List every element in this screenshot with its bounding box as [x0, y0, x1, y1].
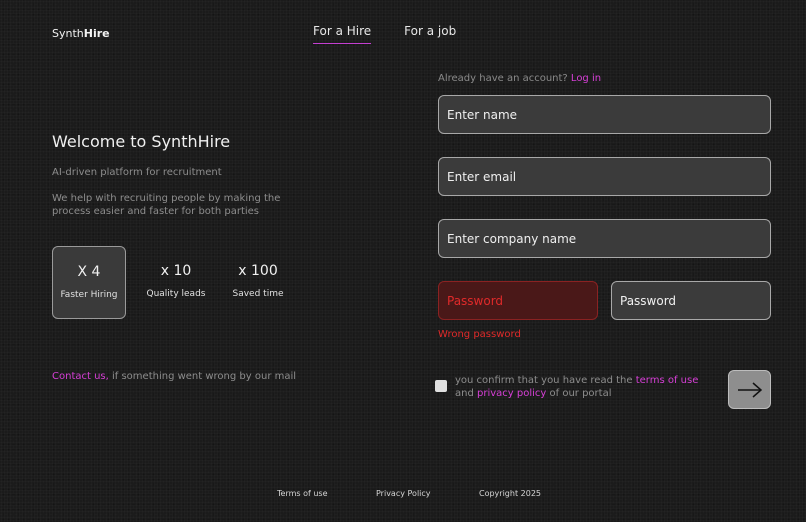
- tab-for-a-job[interactable]: For a job: [404, 24, 456, 44]
- top-nav: For a Hire For a job: [313, 24, 456, 44]
- stat-card-saved-time[interactable]: x 100 Saved time: [221, 246, 295, 319]
- password-error-message: Wrong password: [438, 329, 521, 340]
- contact-line: Contact us, if something went wrong by o…: [52, 371, 296, 382]
- email-field[interactable]: Enter email: [438, 157, 771, 196]
- arrow-right-icon: [737, 381, 762, 398]
- stat-label: Quality leads: [146, 289, 206, 299]
- page-subtitle: AI-driven platform for recruitment: [52, 167, 222, 178]
- logo[interactable]: SynthHire: [52, 27, 110, 40]
- password-field[interactable]: Password: [438, 281, 598, 320]
- login-prompt: Already have an account? Log in: [438, 73, 601, 84]
- page-description: We help with recruiting people by making…: [52, 193, 281, 217]
- footer-privacy-link[interactable]: Privacy Policy: [376, 489, 431, 498]
- logo-bold: Hire: [83, 27, 110, 40]
- stat-card-faster-hiring[interactable]: X 4 Faster Hiring: [52, 246, 126, 319]
- terms-of-use-link[interactable]: terms of use: [636, 375, 699, 386]
- tab-for-a-hire[interactable]: For a Hire: [313, 24, 372, 44]
- contact-text: if something went wrong by our mail: [108, 371, 297, 382]
- logo-prefix: Synth: [52, 27, 84, 40]
- submit-button[interactable]: [728, 370, 771, 409]
- contact-us-link[interactable]: Contact us,: [52, 371, 109, 382]
- confirm-password-field[interactable]: Password: [611, 281, 771, 320]
- name-field[interactable]: Enter name: [438, 95, 771, 134]
- consent-text: you confirm that you have read the terms…: [455, 374, 715, 400]
- login-link[interactable]: Log in: [571, 73, 601, 84]
- footer-terms-link[interactable]: Terms of use: [277, 489, 328, 498]
- stat-value: X 4: [77, 264, 101, 280]
- stat-value: x 10: [160, 263, 192, 279]
- stat-card-quality-leads[interactable]: x 10 Quality leads: [139, 246, 213, 319]
- consent-checkbox[interactable]: [435, 380, 447, 392]
- privacy-policy-link[interactable]: privacy policy: [477, 388, 546, 399]
- page-title: Welcome to SynthHire: [52, 132, 231, 151]
- footer-copyright: Copyright 2025: [479, 489, 541, 498]
- consent-text-part2: and: [455, 388, 477, 399]
- login-prompt-text: Already have an account?: [438, 73, 571, 84]
- stat-label: Faster Hiring: [60, 290, 118, 300]
- consent-text-part3: of our portal: [546, 388, 612, 399]
- consent-text-part1: you confirm that you have read the: [455, 375, 636, 386]
- stat-label: Saved time: [232, 289, 284, 299]
- company-name-field[interactable]: Enter company name: [438, 219, 771, 258]
- stat-value: x 100: [238, 263, 278, 279]
